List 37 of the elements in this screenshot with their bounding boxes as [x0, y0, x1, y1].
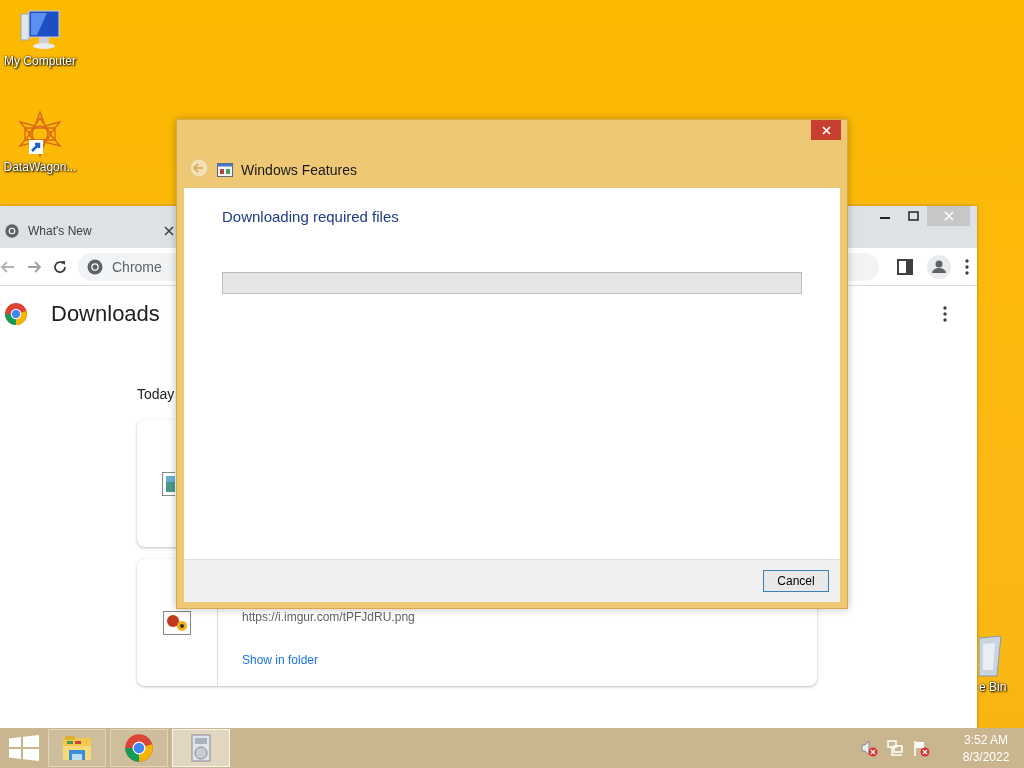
maximize-icon: [907, 211, 919, 221]
close-button[interactable]: [811, 120, 841, 140]
close-icon[interactable]: [164, 226, 174, 236]
menu-icon[interactable]: [943, 306, 947, 322]
page-title: Downloads: [51, 301, 161, 327]
recycle-bin-icon[interactable]: [979, 632, 1005, 678]
chrome-icon: [4, 223, 20, 239]
desktop-icon-label[interactable]: DataWagon...: [3, 160, 77, 174]
window-icon: [217, 162, 233, 178]
close-icon: [943, 211, 954, 221]
image-file-icon: [163, 610, 191, 635]
cancel-button[interactable]: Cancel: [763, 570, 829, 592]
download-url: https://i.imgur.com/tPFJdRU.png: [242, 610, 415, 624]
desktop-icon-label[interactable]: My Computer: [4, 54, 76, 68]
computer-icon[interactable]: [17, 8, 63, 52]
forward-button[interactable]: [26, 258, 42, 275]
side-panel-icon[interactable]: [897, 258, 913, 275]
chrome-icon: [86, 257, 104, 276]
show-in-folder-link[interactable]: Show in folder: [242, 653, 415, 667]
clock-date[interactable]: 8/3/2022: [962, 749, 1010, 764]
dialog-heading: Downloading required files: [222, 208, 400, 225]
flag-icon[interactable]: [912, 739, 930, 757]
taskbar-button[interactable]: [110, 729, 168, 767]
desktop-icon-label[interactable]: e Bin: [979, 680, 1007, 694]
reload-button[interactable]: [52, 258, 68, 275]
profile-icon[interactable]: [927, 254, 951, 279]
image-file-icon: [162, 471, 175, 496]
chrome-icon: [124, 733, 154, 763]
folder-icon: [61, 734, 93, 762]
muted-speaker-icon[interactable]: [860, 739, 878, 757]
close-icon: [821, 125, 831, 135]
clock-time[interactable]: 3:52 AM: [964, 732, 1008, 747]
chrome-logo: [4, 302, 28, 326]
section-heading: Today: [137, 386, 176, 402]
window-title: Windows Features: [241, 162, 357, 178]
menu-icon[interactable]: [965, 258, 969, 275]
taskbar-button[interactable]: [48, 729, 106, 767]
